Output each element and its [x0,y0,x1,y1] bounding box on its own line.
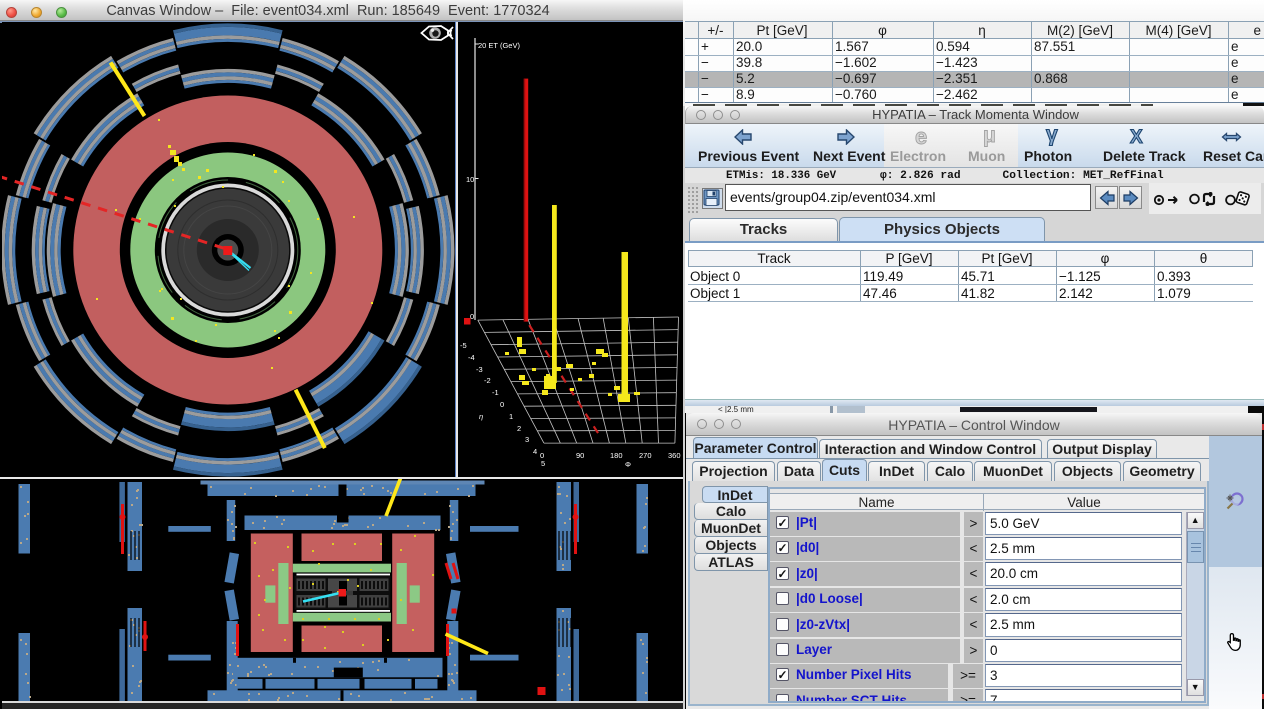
svg-text:10: 10 [466,175,474,184]
svg-text:180: 180 [610,451,623,460]
svg-text:5: 5 [541,459,545,468]
svg-text:90: 90 [576,451,584,460]
svg-text:-1: -1 [492,388,499,397]
svg-text:Φ: Φ [625,460,631,469]
svg-text:-5: -5 [460,341,467,350]
svg-text:2: 2 [517,424,521,433]
svg-text:1: 1 [509,412,513,421]
svg-text:20 ET (GeV): 20 ET (GeV) [478,41,520,50]
svg-text:0: 0 [470,312,474,321]
svg-text:-3: -3 [476,365,483,374]
svg-text:3: 3 [525,435,529,444]
svg-text:0: 0 [500,400,504,409]
svg-text:η: η [479,412,483,421]
svg-text:0: 0 [540,451,544,460]
svg-text:e: e [915,127,927,147]
svg-text:X: X [1130,127,1143,147]
svg-text:γ: γ [1046,127,1058,146]
svg-text:360: 360 [668,451,681,460]
svg-text:-2: -2 [484,376,491,385]
svg-text:μ: μ [983,127,996,147]
svg-text:270: 270 [639,451,652,460]
svg-text:-4: -4 [468,353,475,362]
svg-text:4: 4 [533,447,537,456]
